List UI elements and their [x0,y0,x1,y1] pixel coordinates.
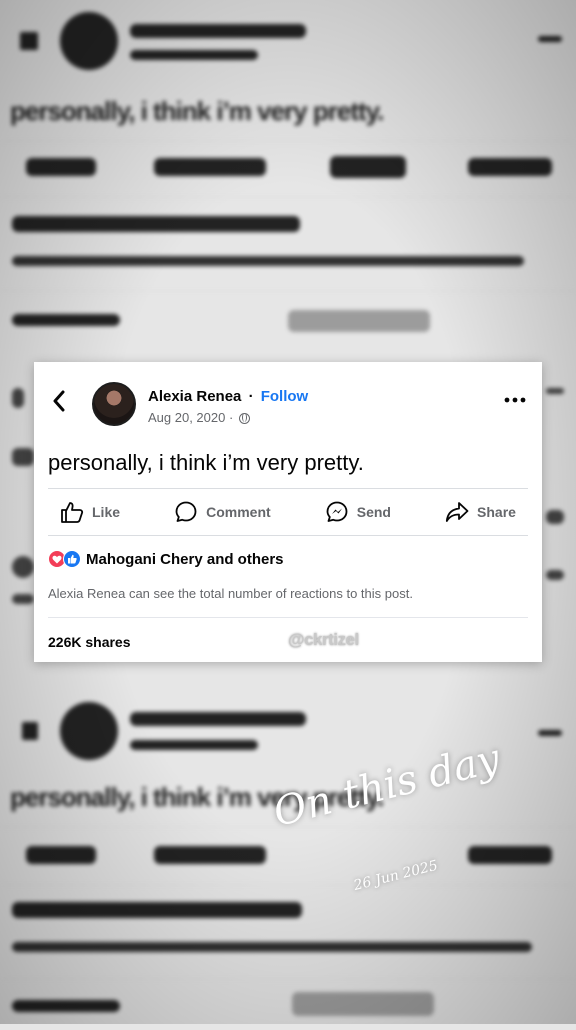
author-name[interactable]: Alexia Renea [148,388,241,405]
background-post-text: personally, i think i’m very pretty. [10,96,384,126]
watermark: @ckrtizel [288,630,359,649]
comment-icon [174,500,198,524]
post-card: Alexia Renea · Follow Aug 20, 2020 · per… [34,362,542,662]
like-icon [60,501,84,523]
like-button[interactable]: Like [60,501,120,523]
post-date-line: Aug 20, 2020 · [148,410,250,425]
send-button[interactable]: Send [325,500,391,524]
comment-button[interactable]: Comment [174,500,271,524]
avatar[interactable] [92,382,136,426]
separator-dot: · [248,388,254,405]
follow-button[interactable]: Follow [261,388,309,405]
author-line: Alexia Renea · Follow [148,388,308,405]
share-button[interactable]: Share [445,501,516,523]
post-text: personally, i think i’m very pretty. [48,450,364,475]
more-options-icon[interactable] [504,392,526,403]
post-header: Alexia Renea · Follow Aug 20, 2020 · [34,362,542,444]
share-label: Share [477,504,516,520]
like-reaction-icon [63,550,81,568]
send-label: Send [356,504,391,520]
background-post-top: personally, i think i’m very pretty. [0,0,576,340]
like-label: Like [92,504,121,520]
comment-label: Comment [206,504,271,520]
share-icon [445,501,469,523]
send-icon [325,500,349,524]
reactions-label: Mahogani Chery and others [86,550,284,568]
action-bar: Like Comment Send Share [48,488,528,536]
post-date[interactable]: Aug 20, 2020 · [148,410,233,425]
divider [48,617,528,618]
back-arrow-icon[interactable] [52,390,74,416]
reactions-notice: Alexia Renea can see the total number of… [48,586,413,601]
shares-count[interactable]: 226K shares [48,634,131,650]
globe-icon [238,413,250,424]
reactions-summary[interactable]: Mahogani Chery and others [48,548,284,570]
